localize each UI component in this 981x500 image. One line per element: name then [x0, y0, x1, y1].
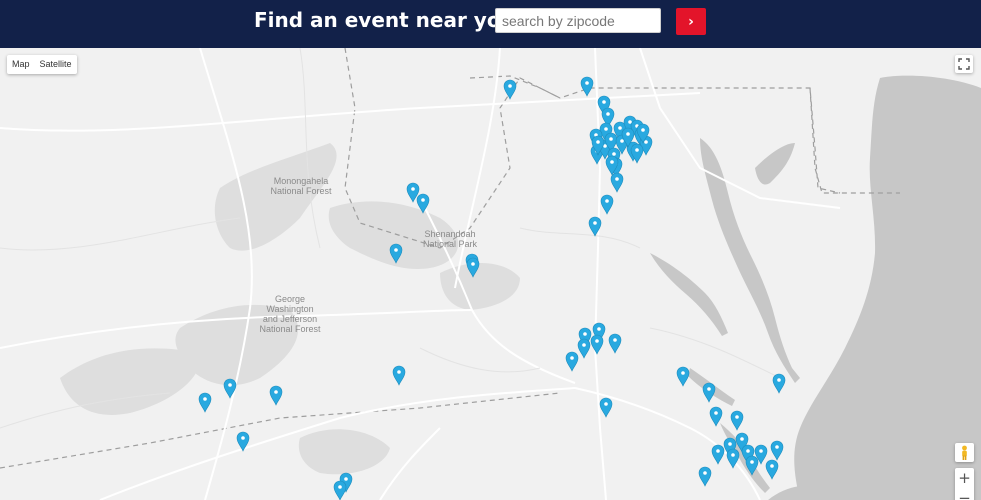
map-type-map-button[interactable]: Map — [7, 55, 35, 74]
event-marker[interactable] — [580, 76, 594, 97]
event-marker[interactable] — [416, 193, 430, 214]
event-marker[interactable] — [772, 373, 786, 394]
fullscreen-icon — [958, 58, 970, 70]
event-marker[interactable] — [698, 466, 712, 487]
event-map[interactable]: Monongahela National Forest Shenandoah N… — [0, 48, 981, 500]
event-marker[interactable] — [223, 378, 237, 399]
zoom-out-button[interactable]: − — [955, 488, 974, 500]
event-marker[interactable] — [392, 365, 406, 386]
event-marker[interactable] — [389, 243, 403, 264]
zipcode-search-input[interactable] — [495, 8, 661, 33]
zoom-control: + − — [955, 468, 974, 500]
event-marker[interactable] — [198, 392, 212, 413]
event-marker[interactable] — [503, 79, 517, 100]
event-marker[interactable] — [726, 448, 740, 469]
fullscreen-button[interactable] — [955, 55, 973, 73]
zoom-in-button[interactable]: + — [955, 468, 974, 488]
event-marker[interactable] — [709, 406, 723, 427]
event-markers — [198, 76, 786, 500]
event-marker[interactable] — [608, 333, 622, 354]
event-marker[interactable] — [565, 351, 579, 372]
event-marker[interactable] — [702, 382, 716, 403]
event-marker[interactable] — [610, 172, 624, 193]
page-title: Find an event near you: — [254, 8, 523, 32]
event-marker[interactable] — [588, 216, 602, 237]
event-marker[interactable] — [599, 397, 613, 418]
event-marker[interactable] — [730, 410, 744, 431]
search-submit-button[interactable]: › — [676, 8, 706, 35]
pegman-icon — [962, 445, 967, 460]
event-marker[interactable] — [745, 455, 759, 476]
map-type-satellite-button[interactable]: Satellite — [35, 55, 77, 74]
map-type-control: Map Satellite — [7, 55, 77, 74]
event-marker[interactable] — [711, 444, 725, 465]
event-marker[interactable] — [765, 459, 779, 480]
street-view-pegman-button[interactable] — [955, 443, 974, 462]
event-marker[interactable] — [466, 257, 480, 278]
event-marker[interactable] — [590, 334, 604, 355]
event-marker[interactable] — [236, 431, 250, 452]
event-marker[interactable] — [269, 385, 283, 406]
event-marker[interactable] — [577, 338, 591, 359]
event-marker[interactable] — [676, 366, 690, 387]
event-marker[interactable] — [333, 480, 347, 500]
header-bar: Find an event near you: › — [0, 0, 981, 48]
event-marker[interactable] — [770, 440, 784, 461]
event-marker[interactable] — [600, 194, 614, 215]
